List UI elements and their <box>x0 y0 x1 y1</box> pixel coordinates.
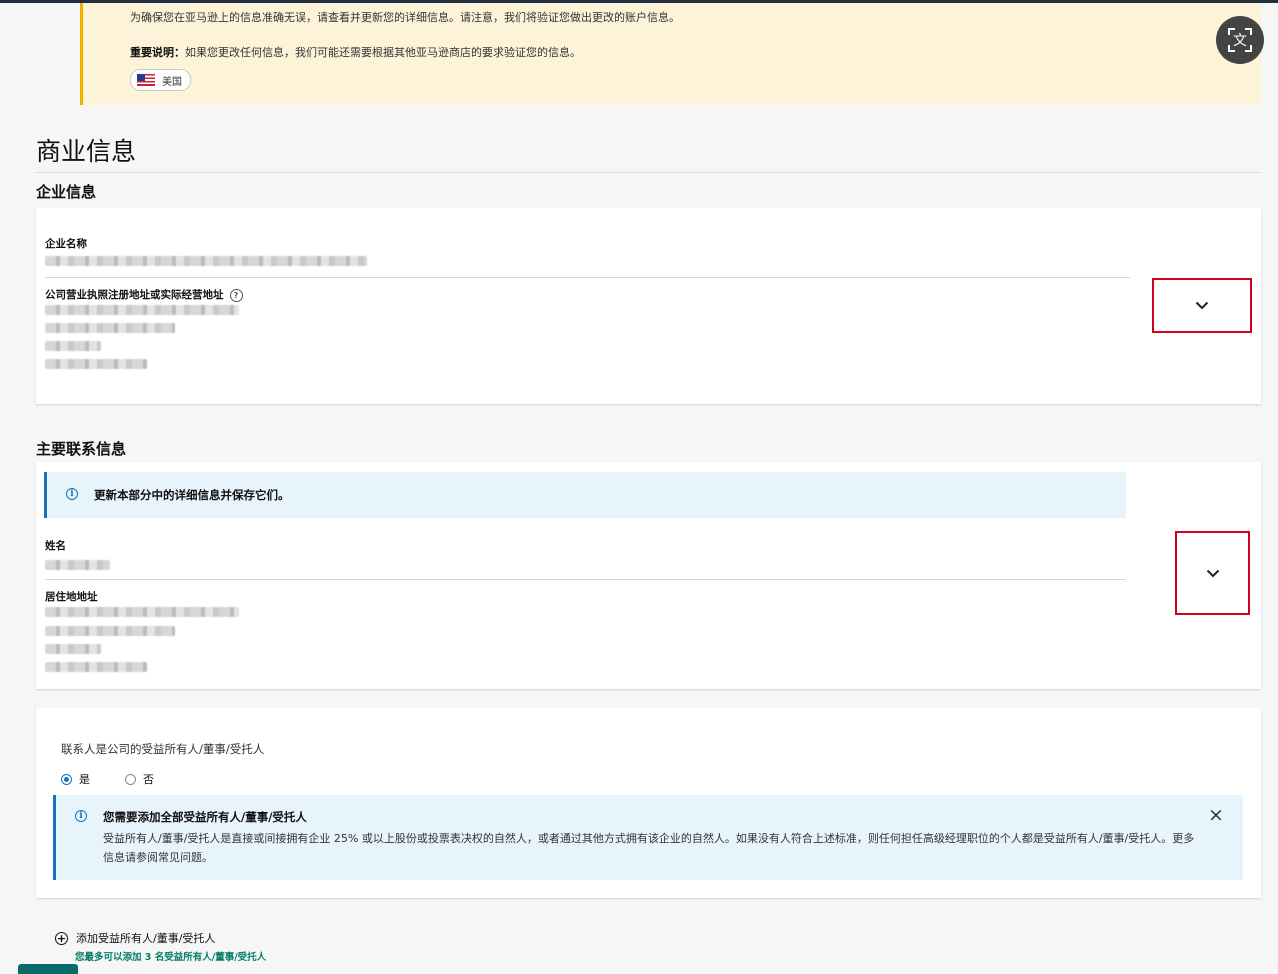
business-expand-button[interactable] <box>1152 278 1252 333</box>
chevron-down-icon <box>1195 301 1209 310</box>
radio-yes-label: 是 <box>79 773 90 786</box>
business-address-label-text: 公司营业执照注册地址或实际经营地址 <box>45 289 224 301</box>
business-divider <box>45 277 1130 278</box>
notice-important: 重要说明：如果您更改任何信息，我们可能还需要根据其他亚马逊商店的要求验证您的信息… <box>130 44 581 60</box>
business-address-label: 公司营业执照注册地址或实际经营地址? <box>45 287 243 302</box>
info-icon: i <box>75 810 87 822</box>
beneficial-alert-body: 受益所有人/董事/受托人是直接或间接拥有企业 25% 或以上股份或投票表决权的自… <box>103 832 1195 864</box>
business-name-value <box>45 256 367 266</box>
contact-alert-text: 更新本部分中的详细信息并保存它们。 <box>94 488 290 502</box>
notice-banner: 为确保您在亚马逊上的信息准确无误，请查看并更新您的详细信息。请注意，我们将验证您… <box>80 3 1261 105</box>
beneficial-question: 联系人是公司的受益所有人/董事/受托人 <box>61 742 265 756</box>
contact-divider <box>45 579 1126 580</box>
notice-important-text: 如果您更改任何信息，我们可能还需要根据其他亚马逊商店的要求验证您的信息。 <box>185 46 581 59</box>
radio-yes[interactable]: 是 <box>61 771 90 787</box>
country-label: 美国 <box>162 76 182 88</box>
add-beneficial-owner-label: 添加受益所有人/董事/受托人 <box>76 932 216 945</box>
info-icon: i <box>66 488 78 500</box>
chevron-down-icon <box>1206 569 1219 577</box>
title-divider <box>36 172 1261 173</box>
translate-icon: 文 <box>1228 28 1252 52</box>
contact-address-line <box>45 662 147 672</box>
contact-expand-button[interactable] <box>1175 531 1250 615</box>
business-address-line <box>45 359 147 369</box>
business-address-line <box>45 323 175 333</box>
help-icon[interactable]: ? <box>229 288 243 302</box>
business-card: 企业名称 公司营业执照注册地址或实际经营地址? <box>36 208 1261 404</box>
translate-glyph: 文 <box>1233 33 1247 49</box>
bottom-action-button[interactable] <box>18 964 78 974</box>
beneficial-card: 联系人是公司的受益所有人/董事/受托人 是 否 i 您需要添加全部受益所有人/董… <box>36 708 1261 898</box>
add-limit-note: 您最多可以添加 3 名受益所有人/董事/受托人 <box>75 952 267 963</box>
contact-address-line <box>45 607 239 617</box>
notice-text: 为确保您在亚马逊上的信息准确无误，请查看并更新您的详细信息。请注意，我们将验证您… <box>130 11 680 24</box>
business-name-label: 企业名称 <box>45 238 87 250</box>
contact-address-label: 居住地地址 <box>45 591 98 603</box>
contact-address-line <box>45 644 101 654</box>
contact-name-value <box>45 560 110 570</box>
notice-important-label: 重要说明： <box>130 46 185 59</box>
us-flag-icon <box>137 74 155 86</box>
radio-no-label: 否 <box>143 773 154 786</box>
radio-no-indicator[interactable] <box>125 773 136 785</box>
close-icon[interactable]: × <box>1208 805 1224 825</box>
business-address-line <box>45 341 101 351</box>
contact-address-line <box>45 626 175 636</box>
contact-heading: 主要联系信息 <box>36 440 127 458</box>
radio-yes-indicator[interactable] <box>61 773 72 785</box>
plus-circle-icon: + <box>55 931 68 945</box>
radio-no[interactable]: 否 <box>125 771 154 787</box>
business-address-line <box>45 305 239 315</box>
page-title: 商业信息 <box>36 137 137 166</box>
translate-button[interactable]: 文 <box>1216 16 1264 64</box>
beneficial-alert-title: 您需要添加全部受益所有人/董事/受托人 <box>103 810 307 824</box>
country-chip[interactable]: 美国 <box>130 69 191 91</box>
contact-info-alert: i 更新本部分中的详细信息并保存它们。 <box>44 472 1126 518</box>
beneficial-info-alert: i 您需要添加全部受益所有人/董事/受托人 受益所有人/董事/受托人是直接或间接… <box>53 795 1243 880</box>
add-beneficial-owner-link[interactable]: + 添加受益所有人/董事/受托人 <box>55 930 215 946</box>
contact-card: i 更新本部分中的详细信息并保存它们。 姓名 居住地地址 <box>36 462 1261 689</box>
business-heading: 企业信息 <box>36 183 97 201</box>
contact-name-label: 姓名 <box>45 540 66 552</box>
